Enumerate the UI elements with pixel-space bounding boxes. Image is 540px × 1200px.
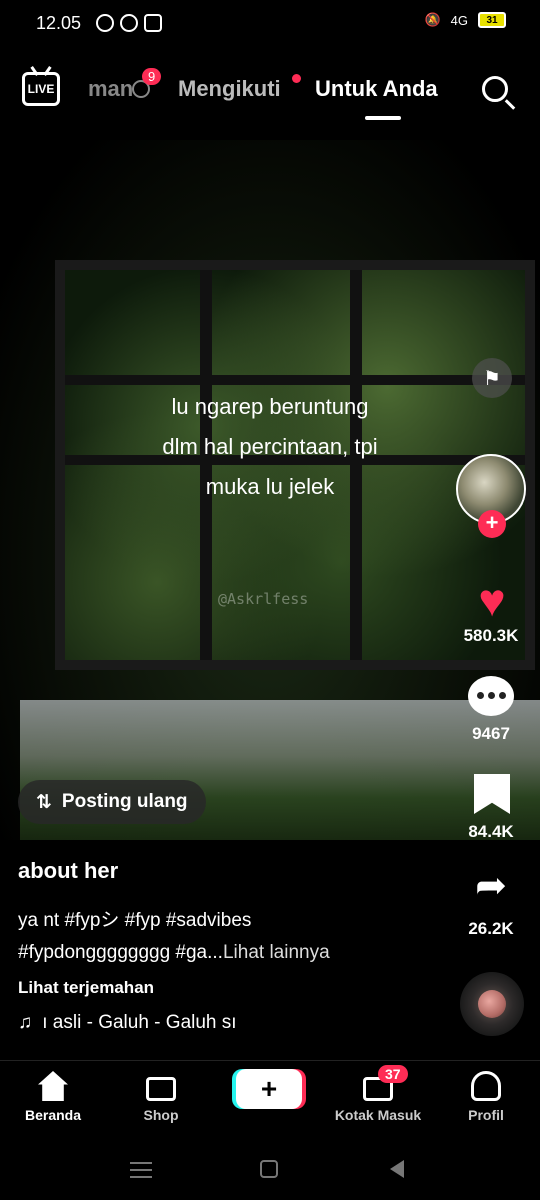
translate-link[interactable]: Lihat terjemahan	[18, 978, 154, 998]
bottom-navigation: Beranda Shop + Kotak Masuk 37 Profil	[0, 1060, 540, 1145]
nav-home[interactable]: Beranda	[8, 1071, 98, 1123]
repost-label: Posting ulang	[61, 791, 188, 812]
heart-icon[interactable]: ♥	[468, 577, 516, 623]
overlay-line: dlm hal percintaan, tpi	[162, 434, 378, 459]
like-count: 580.3K	[463, 626, 519, 645]
save-count: 84.4K	[468, 822, 514, 841]
see-more-link[interactable]: Lihat lainnya	[223, 942, 330, 963]
recent-apps-icon[interactable]	[130, 1162, 152, 1178]
home-icon	[38, 1071, 68, 1101]
music-note-icon: ♫	[18, 1012, 33, 1033]
overlay-line: lu ngarep beruntung	[171, 394, 369, 419]
music-title: ı asli - Galuh - Galuh sı	[42, 1012, 237, 1033]
share-icon[interactable]: ➦	[466, 866, 516, 906]
mute-icon: 🔕	[424, 12, 441, 27]
tab-following[interactable]: Mengikuti	[178, 76, 281, 102]
app-notification-icon	[96, 14, 114, 32]
tab-friends[interactable]: man	[88, 76, 133, 102]
follow-button[interactable]: +	[478, 510, 506, 538]
create-button[interactable]: +	[236, 1069, 302, 1109]
overlay-line: muka lu jelek	[205, 474, 335, 499]
video-caption-overlay: lu ngarep beruntung dlm hal percintaan, …	[120, 387, 420, 507]
network-type: 4G	[450, 12, 468, 28]
notification-icons	[96, 14, 162, 32]
share-count: 26.2K	[468, 919, 514, 938]
live-icon[interactable]: LIVE	[22, 72, 60, 106]
nav-label: Profil	[468, 1107, 504, 1123]
profile-icon	[471, 1071, 501, 1101]
tab-for-you[interactable]: Untuk Anda	[315, 76, 438, 102]
music-info[interactable]: ♫ ı asli - Galuh - Galuh sı	[18, 1012, 237, 1034]
music-disc-cover	[478, 990, 506, 1018]
nav-profile[interactable]: Profil	[441, 1071, 531, 1123]
window-frame	[65, 375, 525, 385]
following-dot	[292, 74, 301, 83]
author-name[interactable]: about her	[18, 858, 118, 884]
back-icon[interactable]	[390, 1160, 404, 1178]
nav-label: Kotak Masuk	[334, 1107, 422, 1123]
search-icon[interactable]	[482, 76, 508, 102]
nav-inbox[interactable]: Kotak Masuk	[333, 1071, 423, 1123]
post-caption[interactable]: ya nt #fypシ #fyp #sadvibes #fypdongggggg…	[18, 905, 458, 969]
caption-line: ya nt #fypシ #fyp #sadvibes	[18, 910, 252, 931]
instagram-icon	[144, 14, 162, 32]
flag-icon[interactable]: ⚑	[472, 358, 512, 398]
comment-count: 9467	[472, 724, 510, 743]
status-time: 12.05	[36, 13, 82, 33]
system-navigation	[0, 1144, 540, 1200]
battery-icon: 31	[478, 12, 506, 28]
nav-label: Beranda	[24, 1107, 82, 1123]
watermark: @Askrlfess	[218, 590, 309, 608]
nav-shop[interactable]: Shop	[116, 1071, 206, 1123]
nav-label: Shop	[143, 1107, 179, 1123]
shop-icon	[146, 1077, 176, 1101]
caption-line: #fypdongggggggg #ga...	[18, 942, 223, 963]
repost-button[interactable]: ⇅ Posting ulang	[18, 780, 206, 824]
top-navigation: LIVE man 9 Mengikuti Untuk Anda	[0, 60, 540, 124]
active-tab-indicator	[365, 116, 401, 120]
friends-badge: 9	[142, 68, 162, 85]
system-status: 🔕 4G 31	[424, 12, 506, 28]
status-bar: 12.05 🔕 4G 31	[0, 0, 540, 48]
repost-icon: ⇅	[36, 791, 52, 813]
whatsapp-icon	[120, 14, 138, 32]
home-button-icon[interactable]	[260, 1160, 278, 1178]
inbox-badge: 37	[378, 1065, 408, 1083]
comment-icon[interactable]	[468, 676, 514, 716]
